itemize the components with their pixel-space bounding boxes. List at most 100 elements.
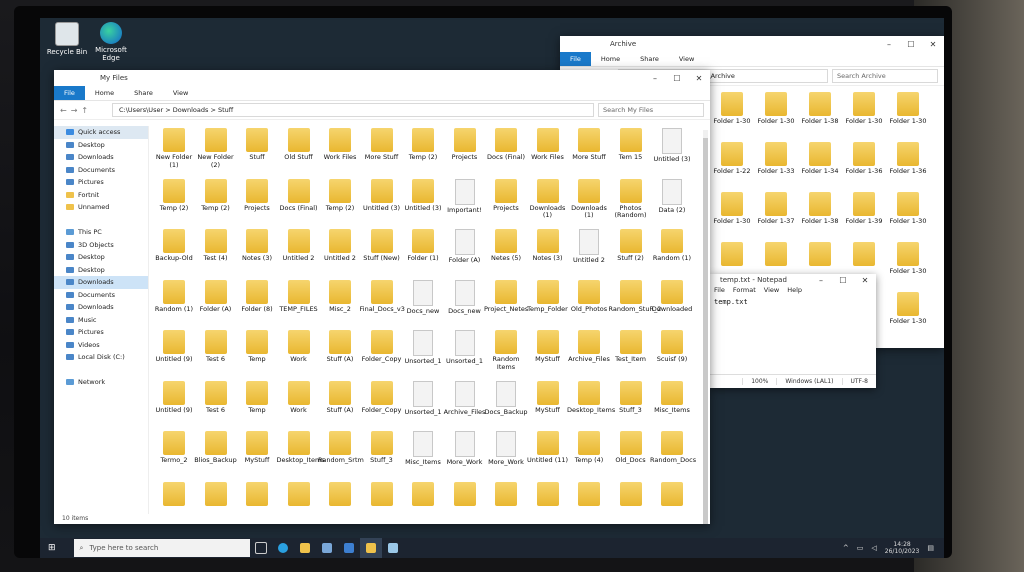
explorer-taskbar-icon[interactable] (294, 538, 316, 558)
file-item[interactable]: Work Files (526, 128, 570, 162)
file-item[interactable] (235, 481, 279, 508)
file-item[interactable]: Data (2) (650, 178, 694, 215)
file-item[interactable]: Untitled 2 (567, 229, 611, 265)
file-item[interactable]: Old_Docs (609, 431, 653, 465)
sidebar-item[interactable]: Documents (54, 289, 148, 302)
file-item[interactable] (360, 481, 404, 508)
sidebar-item[interactable]: Documents (54, 164, 148, 177)
maximize-icon[interactable]: ☐ (832, 276, 854, 285)
file-item[interactable]: Random (1) (152, 279, 196, 314)
file-item[interactable]: Docs_new (443, 279, 487, 316)
file-item[interactable]: Docs_Backup (484, 380, 528, 417)
archive-folder-item[interactable]: Folder 1-22 (710, 142, 754, 176)
file-item[interactable]: Random Items (484, 330, 528, 371)
desktop-icon-recycle-bin[interactable]: Recycle Bin (44, 22, 90, 56)
explorer-active-taskbar-icon[interactable] (359, 538, 382, 558)
sidebar-item[interactable]: Downloads (54, 276, 148, 289)
file-item[interactable]: Archive_Files (567, 330, 611, 364)
file-item[interactable]: Random_StuR_2 (609, 279, 661, 314)
archive-folder-item[interactable]: Folder 1-39 (842, 192, 886, 226)
file-item[interactable]: Temp (235, 380, 279, 415)
archive-folder-item[interactable] (754, 242, 798, 268)
file-item[interactable]: Project_Netes (484, 279, 528, 314)
file-item[interactable]: Notes (3) (235, 229, 279, 263)
file-item[interactable]: Temp (2) (318, 178, 362, 213)
archive-folder-item[interactable]: Folder 1-33 (754, 142, 798, 176)
file-item[interactable]: Temp (2) (401, 128, 445, 162)
file-item[interactable]: Backup-Old (152, 229, 196, 263)
archive-folder-item[interactable]: Folder 1-37 (754, 192, 798, 226)
archive-folder-item[interactable] (710, 242, 754, 268)
edge-taskbar-icon[interactable] (272, 538, 294, 558)
file-item[interactable]: Old_Photos (567, 279, 611, 314)
notepad-text-area[interactable]: temp.txt (710, 296, 876, 374)
file-item[interactable]: Stuff (2) (609, 229, 653, 263)
file-item[interactable]: Untitled (9) (152, 330, 196, 364)
file-item[interactable]: Temp_Folder (526, 279, 570, 314)
sidebar-item[interactable]: Network (54, 376, 148, 389)
volume-icon[interactable]: ◁ (871, 544, 876, 552)
file-item[interactable]: Folder_Copy (360, 330, 404, 364)
archive-folder-item[interactable] (842, 242, 886, 268)
file-item[interactable]: Untitled 2 (318, 229, 362, 263)
file-item[interactable]: Folder_Copy (360, 380, 404, 415)
file-item[interactable]: More Stuff (567, 128, 611, 162)
tab-share[interactable]: Share (630, 55, 669, 63)
menu-view[interactable]: View (764, 286, 779, 296)
maximize-icon[interactable]: ☐ (900, 40, 922, 49)
file-item[interactable]: MyStuff (235, 431, 279, 465)
file-item[interactable]: More Stuff (360, 128, 404, 162)
file-item[interactable]: Work (277, 380, 321, 415)
tab-file[interactable]: File (54, 86, 85, 100)
file-item[interactable]: Termo_2 (152, 431, 196, 465)
file-item[interactable]: Archive_Files (443, 380, 487, 417)
file-item[interactable]: New Folder (2) (194, 128, 238, 169)
notification-icon[interactable]: ▤ (927, 544, 934, 552)
file-item[interactable]: Stuff (New) (360, 229, 404, 263)
file-item[interactable]: Temp (2) (194, 178, 238, 213)
file-item[interactable]: Unsorted_1 (401, 330, 445, 366)
file-item[interactable]: Docs (Final) (484, 128, 528, 162)
file-item[interactable]: Test (4) (194, 229, 238, 263)
sidebar-item[interactable]: Quick access (54, 126, 148, 139)
file-item[interactable]: Folder (1) (401, 229, 445, 263)
file-item[interactable] (650, 481, 694, 508)
file-item[interactable] (526, 481, 570, 508)
file-item[interactable]: Desktop_Items (277, 431, 325, 465)
file-item[interactable]: Notes (3) (526, 229, 570, 263)
file-item[interactable]: Temp (2) (152, 178, 196, 213)
file-item[interactable]: Desktop_Items (567, 380, 615, 415)
file-item[interactable]: Unsorted_1 (443, 330, 487, 366)
file-item[interactable] (484, 481, 528, 508)
file-item[interactable]: MyStuff (526, 380, 570, 415)
tab-home[interactable]: Home (591, 55, 630, 63)
clock[interactable]: 14:28 26/10/2023 (885, 541, 920, 555)
file-item[interactable]: Important! (443, 178, 487, 215)
file-item[interactable] (567, 481, 611, 508)
up-icon[interactable]: ↑ (81, 106, 88, 115)
tab-view[interactable]: View (163, 89, 198, 97)
file-item[interactable]: Work Files (318, 128, 362, 162)
menu-help[interactable]: Help (787, 286, 802, 296)
file-item[interactable]: Tem 15 (609, 128, 653, 162)
file-item[interactable]: Photos (Random) (609, 178, 653, 220)
tab-file[interactable]: File (560, 52, 591, 66)
sidebar-item[interactable]: Downloads (54, 151, 148, 164)
file-item[interactable]: Docs (Final) (277, 178, 321, 213)
file-item[interactable]: MyStuff (526, 330, 570, 364)
archive-folder-item[interactable]: Folder 1-38 (798, 192, 842, 226)
file-item[interactable]: Blios_Backup (194, 431, 238, 465)
chevron-up-icon[interactable]: ^ (843, 544, 849, 552)
archive-folder-item[interactable]: Folder 1-36 (842, 142, 886, 176)
archive-folder-item[interactable]: Folder 1-34 (798, 142, 842, 176)
forward-icon[interactable]: → (71, 106, 78, 115)
file-item[interactable]: Old Stuff (277, 128, 321, 162)
file-item[interactable]: Stuff (A) (318, 330, 362, 364)
scrollbar-thumb[interactable] (703, 138, 708, 524)
archive-folder-item[interactable]: Folder 1-30 (886, 292, 930, 326)
file-item[interactable]: Docs_new (401, 279, 445, 316)
file-item[interactable]: Stuff (A) (318, 380, 362, 415)
archive-folder-item[interactable] (798, 242, 842, 268)
sidebar-item[interactable]: Pictures (54, 176, 148, 189)
file-item[interactable] (194, 481, 238, 508)
